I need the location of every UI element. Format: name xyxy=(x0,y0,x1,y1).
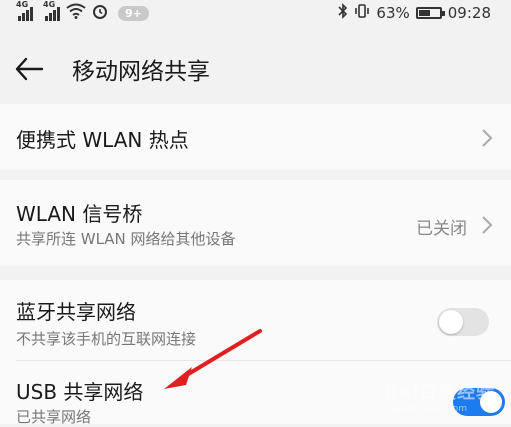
battery-icon xyxy=(415,7,445,19)
status-bar-right: 63% 09:28 xyxy=(338,3,491,23)
bridge-status-value: 已关闭 xyxy=(416,219,467,239)
bridge-subtitle: 共享所连 WLAN 网络给其他设备 xyxy=(16,230,236,248)
chevron-right-icon xyxy=(482,216,493,234)
bridge-title: WLAN 信号桥 xyxy=(16,202,143,226)
notification-badge: 9+ xyxy=(118,5,149,21)
signal-icon: 4G xyxy=(43,0,60,21)
toggle-knob xyxy=(439,310,463,334)
sim2-label: 4G xyxy=(43,0,56,9)
hotspot-row[interactable]: 便携式 WLAN 热点 xyxy=(0,104,511,170)
bluetooth-title: 蓝牙共享网络 xyxy=(16,300,136,324)
alarm-icon xyxy=(92,3,108,23)
bridge-card: WLAN 信号桥 共享所连 WLAN 网络给其他设备 已关闭 xyxy=(0,180,511,266)
chevron-right-icon xyxy=(482,129,493,147)
bluetooth-toggle[interactable] xyxy=(437,308,489,336)
status-bar: 4G 4G 9+ 63% 09:28 xyxy=(0,0,511,26)
watermark-url: jingyan.baidu.com xyxy=(383,404,468,414)
usb-title: USB 共享网络 xyxy=(16,380,144,404)
sim1-label: 4G xyxy=(16,0,29,9)
vibrate-icon xyxy=(354,3,370,23)
app-header: 移动网络共享 xyxy=(0,40,511,98)
wifi-icon xyxy=(66,3,86,23)
hotspot-card: 便携式 WLAN 热点 xyxy=(0,104,511,170)
annotation-arrow-icon xyxy=(164,329,262,389)
battery-percent: 63% xyxy=(376,4,410,22)
bridge-row[interactable]: WLAN 信号桥 共享所连 WLAN 网络给其他设备 已关闭 xyxy=(0,180,511,266)
signal-icon: 4G xyxy=(16,0,33,21)
back-arrow-icon xyxy=(15,57,44,81)
clock: 09:28 xyxy=(447,4,491,22)
bluetooth-icon xyxy=(338,3,348,23)
watermark: Bai百度经验 jingyan.baidu.com xyxy=(384,378,495,414)
hotspot-title: 便携式 WLAN 热点 xyxy=(16,128,189,152)
back-button[interactable] xyxy=(14,49,58,89)
page-title: 移动网络共享 xyxy=(72,59,210,85)
status-bar-left: 4G 4G 9+ xyxy=(16,0,149,23)
watermark-text: Bai百度经验 xyxy=(383,382,495,403)
